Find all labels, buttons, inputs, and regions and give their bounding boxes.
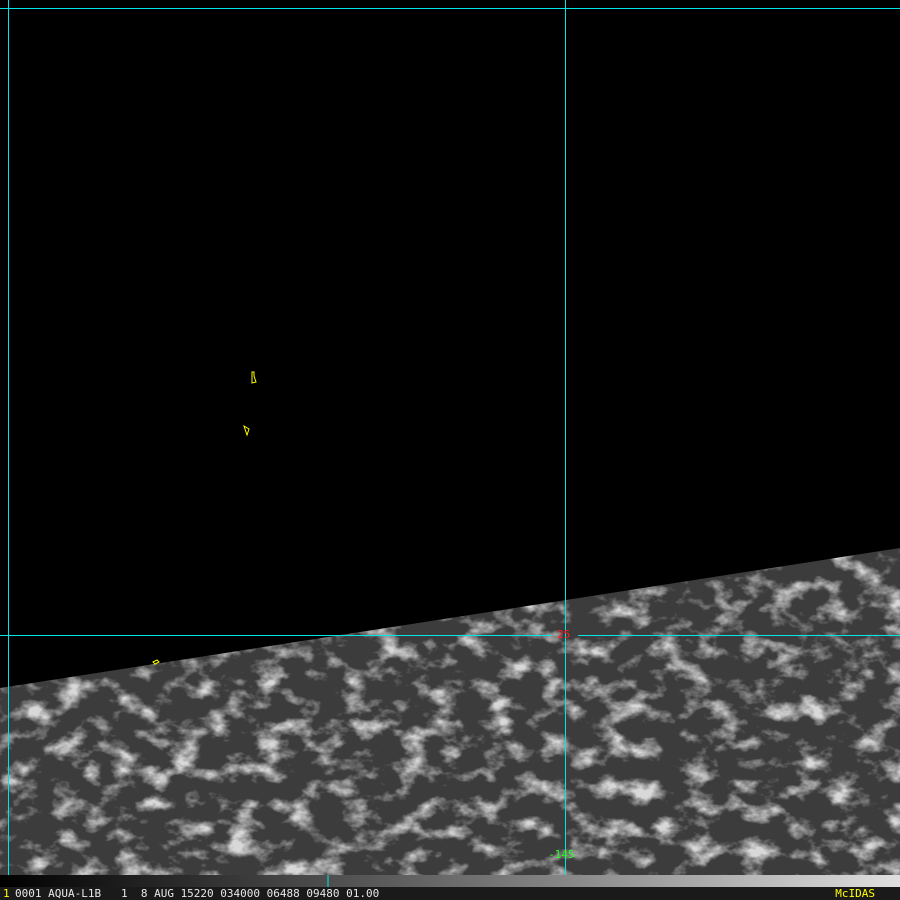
frame-number: 1 [3,887,10,900]
longitude-label: -145 [548,848,575,861]
status-bar: 1 0001 AQUA-L1B 1 8 AUG 15220 034000 064… [0,887,900,900]
image-info-text: 0001 AQUA-L1B 1 8 AUG 15220 034000 06488… [15,887,380,900]
island-outlines [152,371,257,665]
mcidas-label: McIDAS [835,887,875,900]
cloud-field [0,548,900,875]
latitude-label: 25 [557,628,571,641]
satellite-image [0,0,900,887]
satellite-image-viewer: 25 -145 1 0001 AQUA-L1B 1 8 AUG 15220 03… [0,0,900,900]
color-bar [0,875,900,887]
